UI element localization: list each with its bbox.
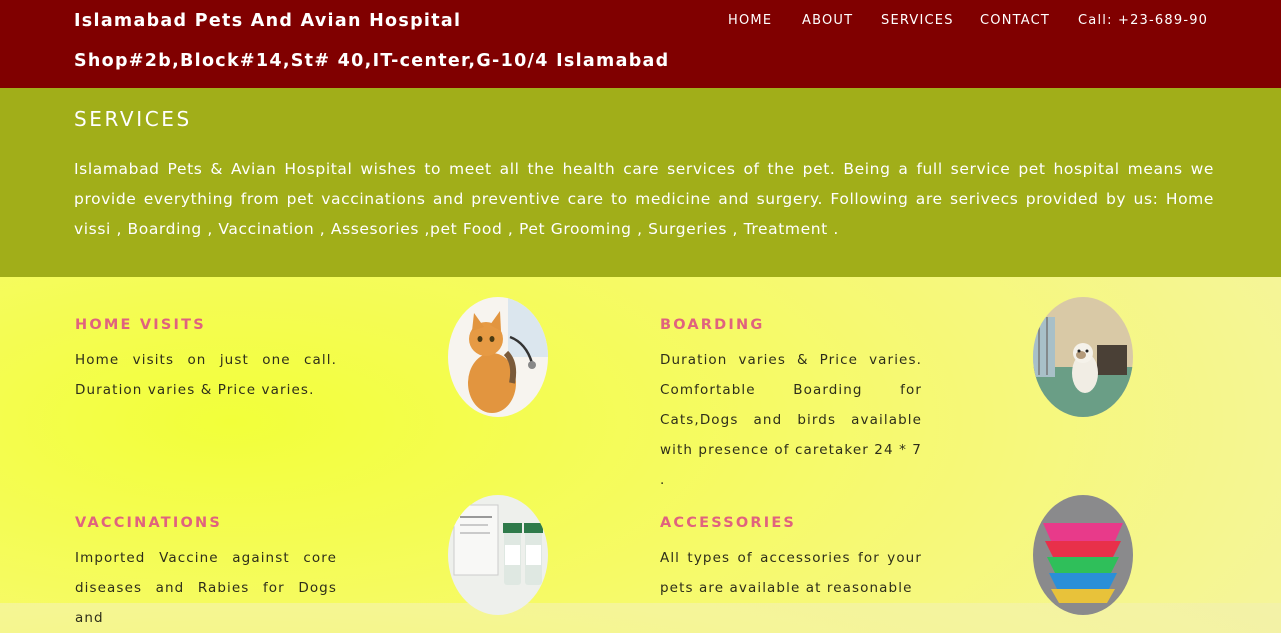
cat-vet-image <box>448 297 548 417</box>
service-desc-vaccinations: Imported Vaccine against core diseases a… <box>75 550 337 626</box>
services-heading: SERVICES <box>74 107 192 131</box>
nav-call[interactable]: Call: +23-689-90 <box>1078 13 1208 31</box>
hospital-address: Shop#2b,Block#14,St# 40,IT-center,G-10/4… <box>74 51 670 71</box>
service-title-boarding: BOARDING <box>660 317 765 333</box>
service-title-vaccinations: VACCINATIONS <box>75 515 222 531</box>
service-desc-accessories: All types of accessories for your pets a… <box>660 550 922 596</box>
vaccine-vials-image <box>448 495 548 615</box>
service-title-home-visits: HOME VISITS <box>75 317 206 333</box>
nav-home[interactable]: HOME <box>728 13 772 31</box>
nav-contact[interactable]: CONTACT <box>980 13 1050 31</box>
service-title-accessories: ACCESSORIES <box>660 515 797 531</box>
pet-accessories-image <box>1033 495 1133 615</box>
dog-boarding-image <box>1033 297 1133 417</box>
services-intro-text: Islamabad Pets & Avian Hospital wishes t… <box>74 160 1214 238</box>
hospital-name[interactable]: Islamabad Pets And Avian Hospital <box>74 11 461 31</box>
service-desc-boarding: Duration varies & Price varies. Comforta… <box>660 352 922 488</box>
service-desc-home-visits: Home visits on just one call. Duration v… <box>75 352 337 398</box>
nav-services[interactable]: SERVICES <box>881 13 954 31</box>
nav-about[interactable]: ABOUT <box>802 13 853 31</box>
